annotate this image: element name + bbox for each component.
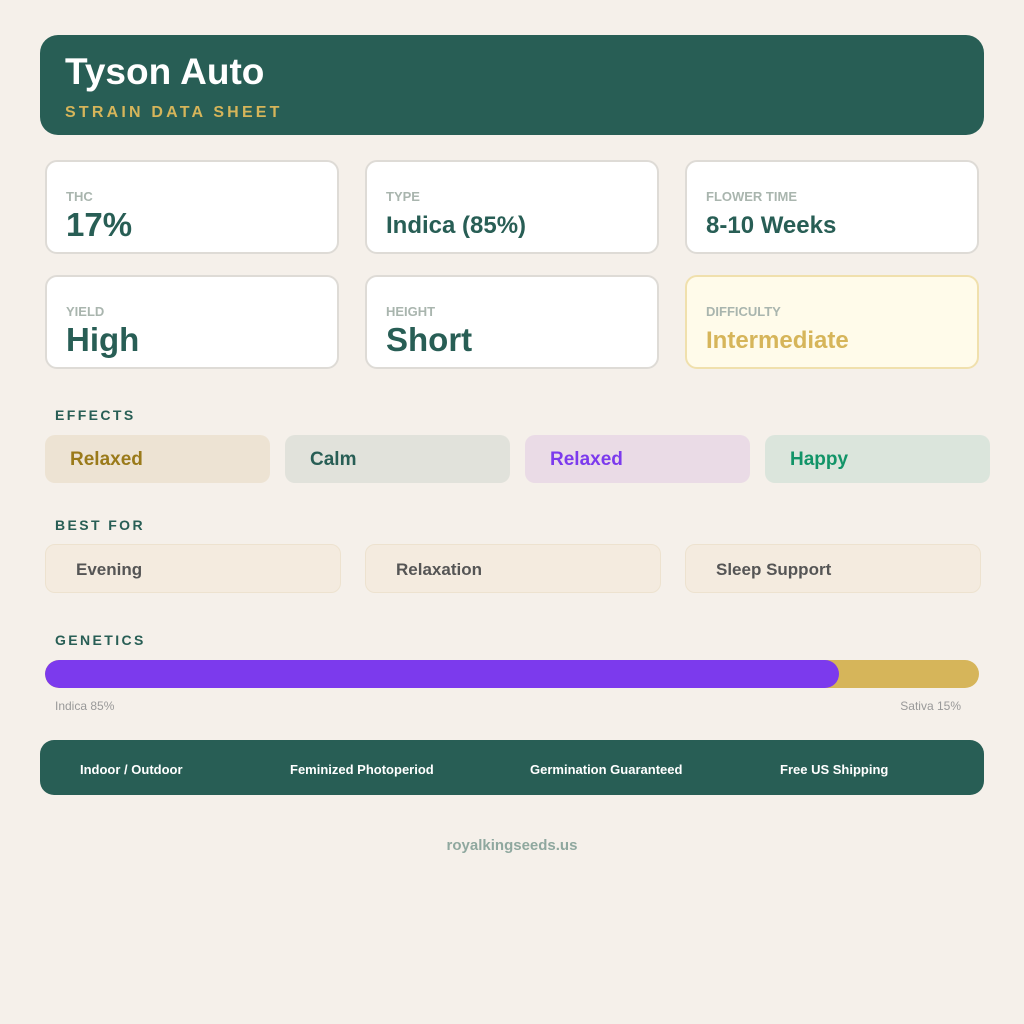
stat-value-thc: 17%: [66, 206, 133, 243]
website-url: royalkingseeds.us: [446, 837, 578, 854]
best-for-label: Evening: [76, 560, 143, 579]
best-for-label: Sleep Support: [716, 560, 832, 579]
header-banner: Tyson Auto STRAIN DATA SHEET: [40, 35, 984, 135]
best-for-heading: BEST FOR: [55, 517, 145, 533]
stat-card-height: HEIGHT Short: [365, 275, 659, 369]
feature-item: Feminized Photoperiod: [290, 762, 434, 777]
feature-item: Free US Shipping: [780, 762, 889, 777]
best-for-tag: Evening: [45, 544, 341, 593]
stat-label-thc: THC: [66, 189, 93, 204]
stat-value-yield: High: [66, 321, 140, 358]
stat-card-type: TYPE Indica (85%): [365, 160, 659, 254]
effect-tag-label: Relaxed: [550, 449, 623, 470]
stat-card-flower-time: FLOWER TIME 8-10 Weeks: [685, 160, 979, 254]
effect-tag: Calm: [285, 435, 510, 483]
best-for-tag: Sleep Support: [685, 544, 981, 593]
stat-value-height: Short: [386, 321, 473, 358]
features-bar: Indoor / Outdoor Feminized Photoperiod G…: [40, 740, 984, 795]
indica-label: Indica 85%: [55, 699, 115, 713]
stat-value-difficulty: Intermediate: [706, 327, 849, 354]
stat-label-height: HEIGHT: [386, 304, 436, 319]
strain-subtitle: STRAIN DATA SHEET: [65, 104, 283, 121]
feature-item: Indoor / Outdoor: [80, 762, 183, 777]
effect-tag-label: Happy: [790, 449, 849, 470]
feature-item: Germination Guaranteed: [530, 762, 683, 777]
sativa-label: Sativa 15%: [900, 699, 961, 713]
strain-title: Tyson Auto: [65, 51, 265, 92]
stat-label-flower-time: FLOWER TIME: [706, 189, 797, 204]
stat-label-type: TYPE: [386, 189, 420, 204]
effect-tag-label: Relaxed: [70, 449, 143, 470]
effect-tag-label: Calm: [310, 449, 357, 470]
genetics-bar: [45, 660, 979, 688]
stat-label-difficulty: DIFFICULTY: [706, 304, 781, 319]
stat-value-flower-time: 8-10 Weeks: [706, 212, 837, 239]
effect-tag: Relaxed: [525, 435, 750, 483]
effect-tag: Happy: [765, 435, 990, 483]
stat-card-difficulty: DIFFICULTY Intermediate: [685, 275, 979, 369]
effects-heading: EFFECTS: [55, 407, 136, 423]
stat-card-yield: YIELD High: [45, 275, 339, 369]
best-for-tag: Relaxation: [365, 544, 661, 593]
genetics-bar-indica: [45, 660, 839, 688]
effect-tag: Relaxed: [45, 435, 270, 483]
stat-card-thc: THC 17%: [45, 160, 339, 254]
genetics-heading: GENETICS: [55, 632, 146, 648]
stat-label-yield: YIELD: [66, 304, 105, 319]
best-for-label: Relaxation: [396, 560, 482, 579]
stat-value-type: Indica (85%): [386, 212, 527, 239]
